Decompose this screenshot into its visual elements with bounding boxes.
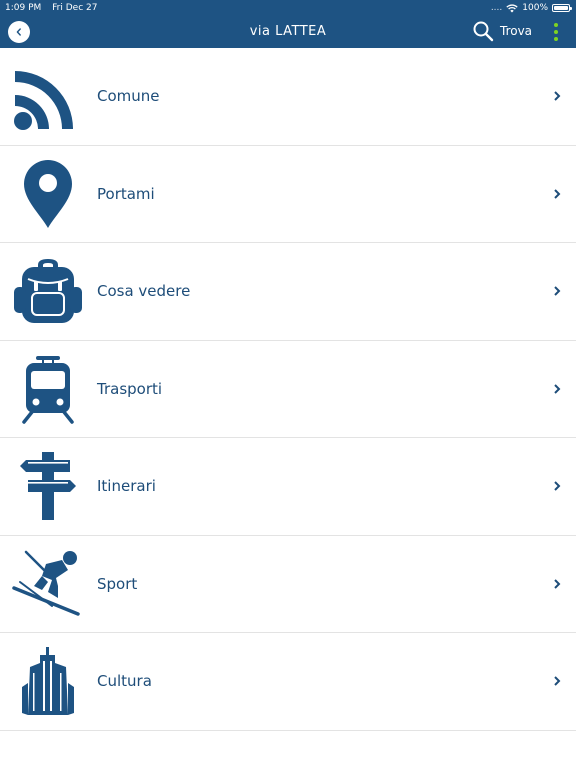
menu-item-trasporti[interactable]: Trasporti <box>0 341 576 438</box>
more-options-button[interactable] <box>548 21 564 43</box>
menu-item-label: Comune <box>97 87 160 105</box>
menu-item-label: Portami <box>97 184 155 203</box>
chevron-right-icon <box>554 188 561 199</box>
chevron-right-icon <box>554 286 561 296</box>
nav-bar: via LATTEA Trova <box>0 16 576 48</box>
search-icon <box>473 21 494 42</box>
search-button[interactable]: Trova <box>472 20 532 42</box>
status-bar: 1:09 PM Fri Dec 27 .... 100% <box>0 0 576 16</box>
menu-item-itinerari[interactable]: Itinerari <box>0 438 576 536</box>
building-icon <box>12 645 84 717</box>
menu-item-cultura[interactable]: Cultura <box>0 633 576 731</box>
more-dot <box>554 30 558 34</box>
chevron-right-icon <box>554 383 561 394</box>
map-pin-icon <box>12 158 84 230</box>
menu-list: Comune Portami Cosa vedere Trasporti Iti… <box>0 48 576 731</box>
signpost-icon <box>12 450 84 522</box>
skier-icon <box>12 548 84 620</box>
menu-item-label: Trasporti <box>97 379 163 398</box>
status-time: 1:09 PM <box>5 3 42 13</box>
more-dot <box>554 37 558 41</box>
menu-item-sport[interactable]: Sport <box>0 536 576 633</box>
more-dot <box>554 23 558 27</box>
backpack-icon <box>12 255 84 327</box>
status-date: Fri Dec 27 <box>52 3 98 13</box>
wifi-icon <box>506 3 518 12</box>
menu-item-cosa-vedere[interactable]: Cosa vedere <box>0 243 576 341</box>
signal-icon: .... <box>490 3 503 13</box>
chevron-right-icon <box>554 481 561 491</box>
rss-icon <box>12 60 84 132</box>
menu-item-label: Itinerari <box>97 477 156 495</box>
battery-percent: 100% <box>522 3 548 13</box>
search-label: Trova <box>500 24 533 38</box>
menu-item-label: Sport <box>97 574 138 593</box>
menu-item-portami[interactable]: Portami <box>0 146 576 243</box>
header: 1:09 PM Fri Dec 27 .... 100% via LATTEA <box>0 0 576 48</box>
train-icon <box>12 353 84 425</box>
battery-icon <box>552 4 572 12</box>
menu-item-label: Cultura <box>97 672 152 690</box>
menu-item-label: Cosa vedere <box>97 282 191 300</box>
chevron-right-icon <box>554 578 561 589</box>
menu-item-comune[interactable]: Comune <box>0 48 576 146</box>
chevron-right-icon <box>554 676 561 686</box>
chevron-right-icon <box>554 91 561 101</box>
